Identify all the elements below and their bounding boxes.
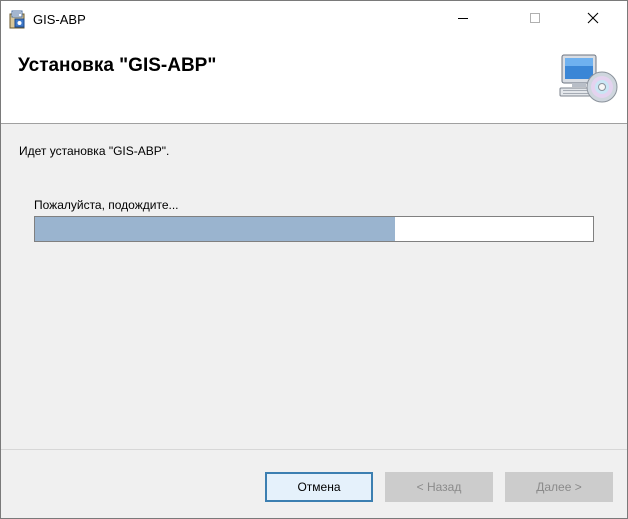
install-status-text: Идет установка "GIS-ABP".	[19, 144, 170, 158]
back-button[interactable]: < Назад	[385, 472, 493, 502]
maximize-icon	[529, 11, 541, 29]
please-wait-text: Пожалуйста, подождите...	[34, 198, 179, 212]
install-progress-bar	[34, 216, 594, 242]
next-button[interactable]: Далее >	[505, 472, 613, 502]
footer-divider	[1, 449, 627, 450]
minimize-icon	[457, 11, 469, 29]
minimize-button[interactable]	[435, 1, 491, 39]
cancel-button[interactable]: Отмена	[265, 472, 373, 502]
installer-window: GIS-ABP Установка "GIS-ABP" Идет установ…	[0, 0, 628, 519]
header-banner: Установка "GIS-ABP"	[1, 39, 627, 124]
installer-package-icon	[8, 10, 28, 30]
page-title: Установка "GIS-ABP"	[18, 55, 217, 76]
close-icon	[587, 11, 599, 29]
close-button[interactable]	[565, 1, 621, 39]
computer-cd-icon	[558, 53, 618, 107]
progress-fill	[35, 217, 395, 241]
maximize-button[interactable]	[507, 1, 563, 39]
title-bar[interactable]: GIS-ABP	[1, 1, 627, 39]
window-title: GIS-ABP	[33, 12, 86, 27]
